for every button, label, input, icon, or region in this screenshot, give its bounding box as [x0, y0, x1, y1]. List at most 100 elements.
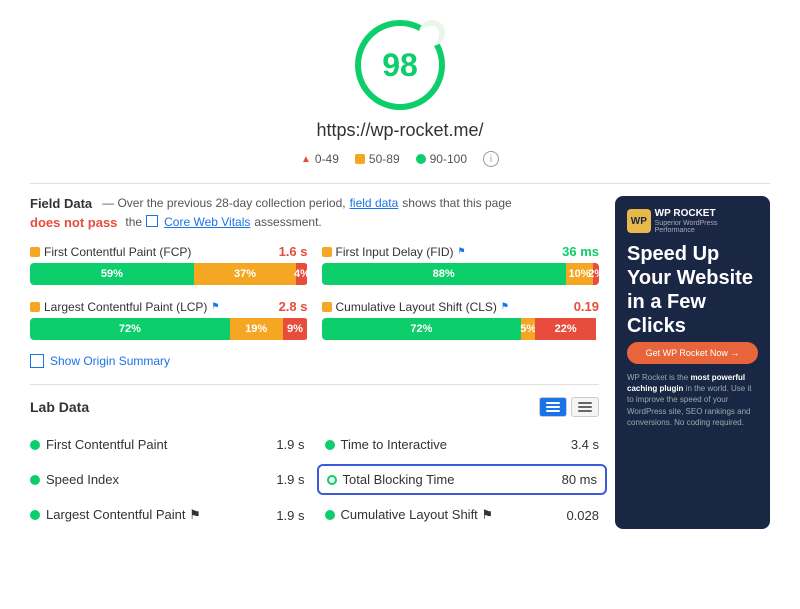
- ad-description: WP Rocket is the most powerful caching p…: [627, 372, 758, 428]
- lab-item-value: 3.4 s: [571, 437, 599, 452]
- field-data-fail: does not pass: [30, 215, 117, 230]
- metric-bar: 72%5%22%: [322, 318, 600, 340]
- score-circle: 98: [355, 20, 445, 110]
- status-dot: [325, 510, 335, 520]
- checkbox-icon: [146, 215, 158, 227]
- lab-item-left: First Contentful Paint: [30, 437, 167, 452]
- metric-orange-icon: [30, 302, 40, 312]
- lab-item: Time to Interactive 3.4 s: [325, 431, 600, 458]
- top-divider: [30, 183, 770, 184]
- lab-item-name: Cumulative Layout Shift ⚑: [341, 507, 494, 523]
- list-icon: [546, 402, 560, 412]
- metric-bar: 88%10%2%: [322, 263, 600, 285]
- flag-icon: ⚑: [458, 246, 466, 257]
- field-data-title: Field Data: [30, 196, 92, 211]
- ad-heading-line1: Speed Up: [627, 243, 719, 265]
- field-data-end: the: [125, 215, 142, 229]
- metric-item: First Contentful Paint (FCP) 1.6 s 59%37%4…: [30, 244, 308, 285]
- bar-segment: 72%: [322, 318, 522, 340]
- legend-orange: 50-89: [355, 152, 400, 166]
- info-icon[interactable]: i: [483, 151, 499, 167]
- status-dot: [325, 440, 335, 450]
- metric-value: 1.6 s: [279, 244, 308, 259]
- origin-summary-label: Show Origin Summary: [50, 354, 170, 368]
- metric-item: Largest Contentful Paint (LCP)⚑ 2.8 s 72%1…: [30, 299, 308, 340]
- grid-icon: [578, 402, 592, 412]
- lab-item-left: Cumulative Layout Shift ⚑: [325, 507, 494, 523]
- ad-heading-line2: Your Website in a Few: [627, 267, 753, 313]
- lab-item-name: First Contentful Paint: [46, 437, 167, 452]
- metric-orange-icon: [30, 247, 40, 257]
- legend-green: 90-100: [416, 152, 467, 166]
- ad-logo-icon: WP: [627, 209, 651, 233]
- metric-name: First Input Delay (FID)⚑: [322, 245, 466, 259]
- metric-orange-icon: [322, 302, 332, 312]
- metrics-grid: First Contentful Paint (FCP) 1.6 s 59%37%4…: [30, 244, 599, 340]
- lab-item-left: Largest Contentful Paint ⚑: [30, 507, 201, 523]
- core-web-link[interactable]: Core Web Vitals: [164, 215, 250, 229]
- flag-icon: ⚑: [211, 301, 219, 312]
- metric-item: Cumulative Layout Shift (CLS)⚑ 0.19 72%5%2…: [322, 299, 600, 340]
- bar-segment: 88%: [322, 263, 566, 285]
- assessment-text: assessment.: [254, 215, 321, 229]
- field-data-desc: — Over the previous 28-day collection pe…: [102, 196, 345, 210]
- metric-value: 0.19: [574, 299, 599, 314]
- legend-orange-label: 50-89: [369, 152, 400, 166]
- metric-item: First Input Delay (FID)⚑36 ms 88%10%2%: [322, 244, 600, 285]
- bar-segment: 4%: [296, 263, 307, 285]
- ad-logo-abbr: WP: [631, 216, 647, 227]
- ad-heading: Speed Up Your Website in a Few Clicks: [627, 242, 758, 338]
- lab-item-value: 80 ms: [562, 472, 597, 487]
- bar-segment: 59%: [30, 263, 194, 285]
- metric-value: 2.8 s: [279, 299, 308, 314]
- ad-panel: WP WP ROCKET Superior WordPress Performa…: [615, 196, 770, 529]
- bar-segment: 9%: [283, 318, 308, 340]
- lab-item-left: Speed Index: [30, 472, 119, 487]
- status-dot: [30, 475, 40, 485]
- lab-item-name: Total Blocking Time: [343, 472, 455, 487]
- lab-item-value: 1.9 s: [276, 508, 304, 523]
- origin-checkbox-icon: [30, 354, 44, 368]
- ad-cta-button[interactable]: Get WP Rocket Now →: [627, 342, 758, 364]
- bar-segment: 19%: [230, 318, 283, 340]
- origin-summary[interactable]: Show Origin Summary: [30, 354, 599, 368]
- lab-data-header: Lab Data: [30, 397, 599, 417]
- lab-item-value: 0.028: [566, 508, 599, 523]
- lab-item: Largest Contentful Paint ⚑ 1.9 s: [30, 501, 305, 529]
- list-view-button[interactable]: [539, 397, 567, 417]
- metric-header: First Contentful Paint (FCP) 1.6 s: [30, 244, 308, 259]
- lab-item-name: Largest Contentful Paint ⚑: [46, 507, 201, 523]
- metric-orange-icon: [322, 247, 332, 257]
- metric-name: First Contentful Paint (FCP): [30, 245, 191, 259]
- triangle-icon: ▲: [301, 154, 311, 165]
- ad-heading-line3: Clicks: [627, 315, 686, 337]
- lab-item-left: Time to Interactive: [325, 437, 447, 452]
- lab-item-value: 1.9 s: [276, 437, 304, 452]
- metric-name: Largest Contentful Paint (LCP)⚑: [30, 300, 220, 314]
- lab-items-grid: First Contentful Paint 1.9 s Time to Inter…: [30, 431, 599, 529]
- grid-view-button[interactable]: [571, 397, 599, 417]
- mid-divider: [30, 384, 599, 385]
- content-left: Field Data — Over the previous 28-day co…: [30, 196, 599, 529]
- metric-header: Cumulative Layout Shift (CLS)⚑ 0.19: [322, 299, 600, 314]
- metric-bar: 59%37%4%: [30, 263, 308, 285]
- metric-header: First Input Delay (FID)⚑36 ms: [322, 244, 600, 259]
- status-dot: [30, 510, 40, 520]
- lab-item: Speed Index1.9 s: [30, 466, 305, 493]
- metric-bar: 72%19%9%: [30, 318, 308, 340]
- metric-header: Largest Contentful Paint (LCP)⚑ 2.8 s: [30, 299, 308, 314]
- square-icon: [355, 154, 365, 164]
- score-value: 98: [382, 47, 418, 84]
- ad-logo-text-block: WP ROCKET Superior WordPress Performance: [655, 208, 758, 234]
- legend-red-label: 0-49: [315, 152, 339, 166]
- main-container: 98 https://wp-rocket.me/ ▲ 0-49 50-89 90…: [0, 0, 800, 549]
- metric-name: Cumulative Layout Shift (CLS)⚑: [322, 300, 509, 314]
- lab-item: Cumulative Layout Shift ⚑ 0.028: [325, 501, 600, 529]
- content-ad-row: Field Data — Over the previous 28-day co…: [30, 196, 770, 529]
- score-legend: ▲ 0-49 50-89 90-100 i: [301, 151, 499, 167]
- circle-icon: [416, 154, 426, 164]
- field-data-link[interactable]: field data: [350, 196, 399, 210]
- bar-segment: 5%: [521, 318, 535, 340]
- lab-data-title: Lab Data: [30, 399, 89, 415]
- bar-segment: 2%: [593, 263, 599, 285]
